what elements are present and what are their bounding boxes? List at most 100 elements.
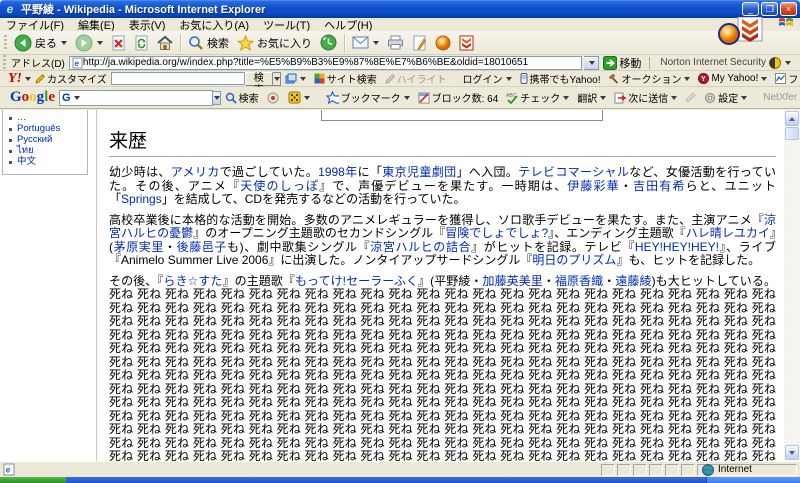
wiki-link[interactable]: 東京児童劇団 xyxy=(382,165,456,179)
start-button[interactable] xyxy=(0,477,66,483)
wiki-sidebar: … Português Русский ไทย 中文 xyxy=(0,110,96,461)
google-spellcheck[interactable]: ABC チェック xyxy=(502,90,573,105)
yahoo-search-dropdown[interactable] xyxy=(272,71,281,86)
forward-icon xyxy=(75,34,93,52)
wiki-link[interactable]: アメリカ xyxy=(171,165,220,179)
status-page-icon: e xyxy=(3,463,15,476)
address-grip[interactable] xyxy=(3,54,6,71)
separator xyxy=(649,56,651,69)
google-search-dropdown[interactable] xyxy=(212,90,221,105)
google-bookmarks[interactable]: ブックマーク xyxy=(322,90,414,105)
refresh-button[interactable] xyxy=(130,32,153,54)
language-box: … Português Русский ไทย 中文 xyxy=(2,110,88,175)
text-segment: 」へ入団。 xyxy=(456,165,519,179)
wiki-link[interactable]: らき☆すた xyxy=(163,274,222,288)
yahoo-customize[interactable]: カスタマイズ xyxy=(31,71,111,86)
close-button[interactable]: × xyxy=(780,2,797,16)
language-link[interactable]: Português xyxy=(17,124,60,134)
yahoo-layers-button[interactable] xyxy=(281,73,310,84)
yahoo-logo[interactable]: Y! xyxy=(8,71,22,87)
scroll-up-button[interactable] xyxy=(785,111,799,126)
wiki-link[interactable]: もってけ!セーラーふく xyxy=(295,274,418,288)
search-icon xyxy=(188,35,204,51)
page-content: … Português Русский ไทย 中文 来歴 幼少時は、アメリカで… xyxy=(0,110,800,461)
google-settings[interactable]: 設定 xyxy=(700,90,751,105)
wiki-link[interactable]: 天使のしっぽ xyxy=(240,179,319,193)
wiki-link[interactable]: 福原香織 xyxy=(555,274,603,288)
browser-window: e 平野綾 - Wikipedia - Microsoft Internet E… xyxy=(0,0,800,483)
wiki-link[interactable]: 伊藤彩華 xyxy=(567,179,620,193)
google-translate[interactable]: 翻訳 xyxy=(573,90,610,105)
edit-icon xyxy=(412,35,427,51)
address-input[interactable] xyxy=(82,56,580,69)
wiki-link[interactable]: 1998年 xyxy=(318,165,357,179)
wiki-link[interactable]: 加藤英美里 xyxy=(483,274,543,288)
gear-icon xyxy=(704,92,716,104)
language-link[interactable]: ไทย xyxy=(17,146,34,156)
minimize-button[interactable]: _ xyxy=(742,2,759,16)
yahoo-highlight[interactable]: ハイライト xyxy=(381,71,451,86)
yahoo-search-input[interactable] xyxy=(110,72,245,85)
norton-toolbar[interactable]: Norton Internet Security xyxy=(654,56,797,69)
go-button[interactable]: 移動 xyxy=(599,55,645,71)
google-search-button[interactable]: 検索 xyxy=(221,90,263,105)
yahoo-finance[interactable]: ファイナンス xyxy=(771,71,800,86)
wiki-link[interactable]: 後藤邑子 xyxy=(177,240,227,254)
yahoo-mobile[interactable]: 携帯でもYahoo! xyxy=(516,71,605,86)
netxfer-label: NetXfer xyxy=(763,92,798,103)
vandalism-text: 死ね 死ね 死ね 死ね 死ね 死ね 死ね 死ね 死ね 死ね 死ね 死ね 死ね 死… xyxy=(109,287,776,461)
address-combo: e xyxy=(68,55,583,70)
wiki-link[interactable]: テレビコマーシャル xyxy=(518,165,629,179)
home-button[interactable] xyxy=(153,32,177,54)
windows-taskbar[interactable] xyxy=(0,477,800,483)
google-highlighter-icon[interactable] xyxy=(681,92,700,103)
print-button[interactable] xyxy=(383,32,408,54)
google-send-to[interactable]: 次に送信 xyxy=(610,90,681,105)
wiki-link[interactable]: 茅原実里 xyxy=(113,240,164,254)
wiki-link[interactable]: Springs xyxy=(121,192,162,206)
send-to-icon xyxy=(614,92,627,104)
language-link[interactable]: Русский xyxy=(17,135,52,145)
yahoo-site-search[interactable]: サイト検索 xyxy=(310,71,381,86)
wiki-link[interactable]: 吉田有希 xyxy=(633,179,686,193)
scroll-down-button[interactable] xyxy=(785,445,799,460)
blocker-icon xyxy=(418,92,430,104)
history-icon xyxy=(320,34,337,51)
address-dropdown[interactable] xyxy=(584,55,600,70)
stop-button[interactable] xyxy=(107,32,130,54)
wiki-link[interactable]: 冒険でしょでしょ? xyxy=(445,226,548,240)
google-pagerank-icon[interactable] xyxy=(263,92,284,104)
history-button[interactable] xyxy=(316,32,341,54)
yahoo-search-button[interactable]: 検索 xyxy=(244,71,273,96)
language-link[interactable]: … xyxy=(17,113,27,123)
back-button[interactable]: 戻る xyxy=(10,32,71,54)
text-segment: 』(平野綾・ xyxy=(418,273,483,288)
text-segment: に「 xyxy=(357,165,383,179)
vertical-scrollbar[interactable] xyxy=(784,110,800,461)
favorites-button[interactable]: お気に入り xyxy=(233,32,316,54)
wiki-link[interactable]: 涼宮ハルヒの詰合 xyxy=(370,240,471,254)
restore-button[interactable]: ❐ xyxy=(761,2,778,16)
scrollbar-thumb[interactable] xyxy=(785,127,799,140)
google-popup-blocker[interactable]: ブロック数: 64 xyxy=(414,90,503,105)
site-search-icon xyxy=(314,73,325,84)
forward-button[interactable] xyxy=(71,32,107,54)
google-dice-icon[interactable] xyxy=(284,91,314,104)
language-link[interactable]: 中文 xyxy=(17,157,36,167)
wiki-link[interactable]: ハレ晴レユカイ xyxy=(686,226,770,240)
bitcomet-button[interactable] xyxy=(431,32,455,54)
wiki-link[interactable]: HEY!HEY!HEY! xyxy=(635,240,719,254)
edit-button[interactable] xyxy=(408,32,431,54)
google-search-input[interactable] xyxy=(79,92,212,103)
flashget-button[interactable] xyxy=(455,32,478,54)
page-icon: e xyxy=(72,57,83,69)
mail-button[interactable] xyxy=(348,32,383,54)
wiki-link[interactable]: 遠藤綾 xyxy=(615,274,651,288)
toolbar-grip[interactable] xyxy=(4,34,7,51)
yahoo-my[interactable]: Y My Yahoo! xyxy=(694,73,771,84)
ie-logo-icon: e xyxy=(6,2,14,16)
yahoo-login[interactable]: ログイン xyxy=(459,71,516,86)
wiki-link[interactable]: 明日のプリズム xyxy=(532,253,616,267)
search-button[interactable]: 検索 xyxy=(184,32,233,54)
yahoo-auction[interactable]: オークション xyxy=(604,71,694,86)
